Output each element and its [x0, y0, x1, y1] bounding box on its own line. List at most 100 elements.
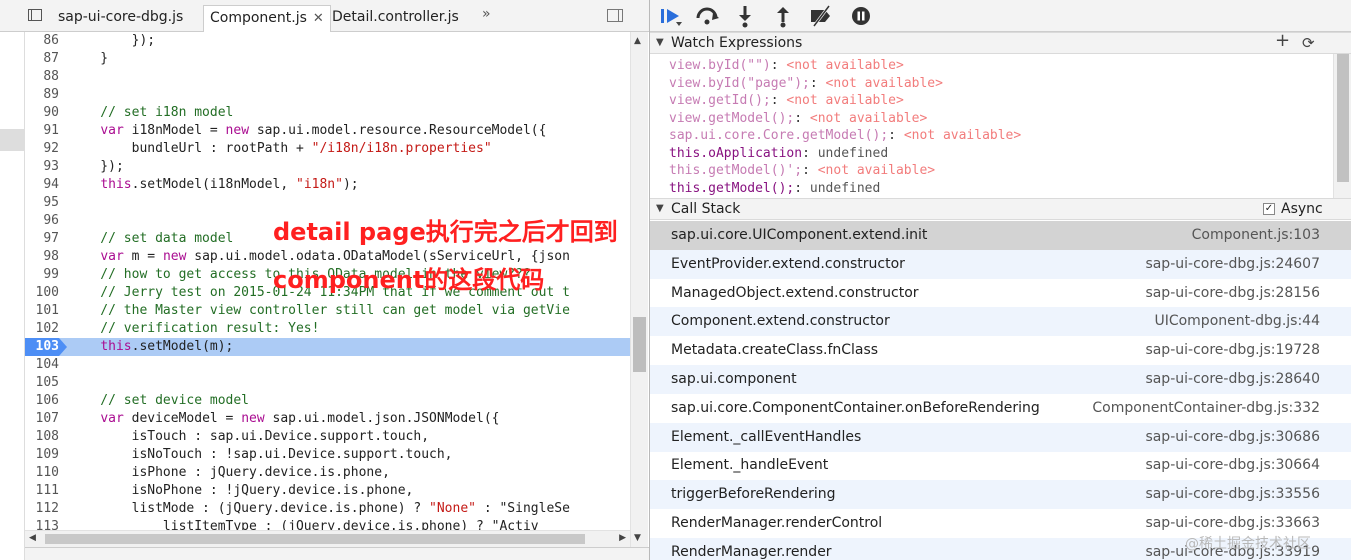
async-checkbox[interactable]: ✓: [1263, 203, 1275, 215]
code-line[interactable]: 106 // set device model: [25, 392, 630, 410]
line-number[interactable]: 109: [25, 446, 59, 464]
line-number[interactable]: 107: [25, 410, 59, 428]
line-number[interactable]: 86: [25, 32, 59, 50]
line-number[interactable]: 87: [25, 50, 59, 68]
line-number[interactable]: 100: [25, 284, 59, 302]
watch-expression-item[interactable]: this.getModel();: undefined: [669, 180, 880, 198]
frame-location-link[interactable]: sap-ui-core-dbg.js:24607: [1145, 250, 1320, 278]
call-frame[interactable]: triggerBeforeRendering sap-ui-core-dbg.js…: [650, 480, 1351, 510]
code-line[interactable]: 92 bundleUrl : rootPath + "/i18n/i18n.pr…: [25, 140, 630, 158]
code-editor[interactable]: 86 }); 87 } 88 89 90 // set i18n model 91 var…: [25, 32, 630, 547]
line-number[interactable]: 96: [25, 212, 59, 230]
tab-sap-ui-core-dbg[interactable]: sap-ui-core-dbg.js: [52, 5, 189, 32]
line-number[interactable]: 103: [25, 338, 67, 356]
code-line[interactable]: 93 });: [25, 158, 630, 176]
code-line[interactable]: 102 // verification result: Yes!: [25, 320, 630, 338]
code-line[interactable]: 91 var i18nModel = new sap.ui.model.reso…: [25, 122, 630, 140]
watch-expression-item[interactable]: this.oApplication: undefined: [669, 145, 888, 163]
resume-icon[interactable]: [658, 3, 684, 29]
code-line[interactable]: 107 var deviceModel = new sap.ui.model.j…: [25, 410, 630, 428]
scrollbar-thumb[interactable]: [1337, 54, 1349, 182]
scroll-up-icon[interactable]: ▲: [634, 36, 641, 46]
code-line[interactable]: 95: [25, 194, 630, 212]
line-number[interactable]: 99: [25, 266, 59, 284]
current-execution-line[interactable]: 103 this.setModel(m);: [25, 338, 630, 356]
line-number[interactable]: 92: [25, 140, 59, 158]
code-line[interactable]: 94 this.setModel(i18nModel, "i18n");: [25, 176, 630, 194]
call-stack-header[interactable]: ▼ Call Stack ✓ Async: [650, 198, 1351, 220]
frame-location-link[interactable]: UIComponent-dbg.js:44: [1154, 307, 1320, 335]
frame-location-link[interactable]: sap-ui-core-dbg.js:19728: [1145, 336, 1320, 364]
call-frame[interactable]: ManagedObject.extend.constructor sap-ui-c…: [650, 279, 1351, 308]
call-frame[interactable]: EventProvider.extend.constructor sap-ui-c…: [650, 249, 1351, 279]
call-frame[interactable]: Component.extend.constructor UIComponent-…: [650, 307, 1351, 337]
scrollbar-thumb[interactable]: [45, 534, 585, 544]
tab-detail-controller[interactable]: Detail.controller.js: [326, 5, 465, 32]
more-tabs-icon[interactable]: »: [482, 6, 491, 22]
line-number[interactable]: 112: [25, 500, 59, 518]
deactivate-breakpoints-icon[interactable]: [808, 3, 834, 29]
watch-expression-item[interactable]: view.byId("page");: <not available>: [669, 75, 943, 93]
code-line[interactable]: 86 });: [25, 32, 630, 50]
line-number[interactable]: 89: [25, 86, 59, 104]
toggle-debugger-sidebar-icon[interactable]: [607, 9, 623, 22]
code-line[interactable]: 89: [25, 86, 630, 104]
line-number[interactable]: 94: [25, 176, 59, 194]
line-number[interactable]: 106: [25, 392, 59, 410]
watch-expressions-header[interactable]: ▼ Watch Expressions + ⟳: [650, 31, 1351, 54]
watch-expression-item[interactable]: view.getId();: <not available>: [669, 92, 904, 110]
line-number[interactable]: 95: [25, 194, 59, 212]
pause-on-exceptions-icon[interactable]: [848, 3, 874, 29]
frame-location-link[interactable]: sap-ui-core-dbg.js:30664: [1145, 451, 1320, 479]
call-frame[interactable]: Element._callEventHandles sap-ui-core-dbg…: [650, 422, 1351, 452]
tab-component-js[interactable]: Component.js ✕: [203, 5, 331, 32]
line-number[interactable]: 97: [25, 230, 59, 248]
call-frame-selected[interactable]: sap.ui.core.UIComponent.extend.init Compo…: [650, 221, 1351, 250]
code-line[interactable]: 87 }: [25, 50, 630, 68]
close-icon[interactable]: ✕: [313, 11, 324, 26]
frame-location-link[interactable]: sap-ui-core-dbg.js:33556: [1145, 480, 1320, 508]
refresh-icon[interactable]: ⟳: [1302, 33, 1315, 53]
call-frame[interactable]: Element._handleEvent sap-ui-core-dbg.js:3…: [650, 451, 1351, 480]
code-line[interactable]: 105: [25, 374, 630, 392]
line-number[interactable]: 91: [25, 122, 59, 140]
frame-location-link[interactable]: sap-ui-core-dbg.js:28640: [1145, 365, 1320, 393]
line-number[interactable]: 108: [25, 428, 59, 446]
line-number[interactable]: 90: [25, 104, 59, 122]
frame-location-link[interactable]: sap-ui-core-dbg.js:28156: [1145, 279, 1320, 307]
watch-expression-item[interactable]: this.getModel()';: <not available>: [669, 162, 935, 180]
watch-scrollbar[interactable]: [1333, 54, 1351, 198]
editor-vertical-scrollbar[interactable]: ▲ ▼: [630, 32, 648, 547]
code-line[interactable]: 112 listMode : (jQuery.device.is.phone) …: [25, 500, 630, 518]
code-line[interactable]: 110 isPhone : jQuery.device.is.phone,: [25, 464, 630, 482]
scrollbar-thumb[interactable]: [633, 317, 646, 372]
code-line[interactable]: 111 isNoPhone : !jQuery.device.is.phone,: [25, 482, 630, 500]
line-number[interactable]: 93: [25, 158, 59, 176]
call-frame[interactable]: Metadata.createClass.fnClass sap-ui-core-…: [650, 336, 1351, 365]
line-number[interactable]: 110: [25, 464, 59, 482]
line-number[interactable]: 98: [25, 248, 59, 266]
step-over-icon[interactable]: [694, 3, 720, 29]
scroll-left-icon[interactable]: ◀: [29, 533, 36, 543]
line-number[interactable]: 111: [25, 482, 59, 500]
call-frame[interactable]: sap.ui.component sap-ui-core-dbg.js:28640: [650, 365, 1351, 394]
step-out-icon[interactable]: [770, 3, 796, 29]
watch-expression-item[interactable]: view.getModel();: <not available>: [669, 110, 927, 128]
frame-location-link[interactable]: ComponentContainer-dbg.js:332: [1092, 394, 1320, 422]
add-expression-icon[interactable]: +: [1275, 31, 1290, 51]
line-number[interactable]: 102: [25, 320, 59, 338]
call-frame[interactable]: sap.ui.core.ComponentContainer.onBeforeR…: [650, 394, 1351, 423]
code-line[interactable]: 90 // set i18n model: [25, 104, 630, 122]
scroll-right-icon[interactable]: ▶: [619, 533, 626, 543]
scroll-down-icon[interactable]: ▼: [634, 533, 641, 543]
code-line[interactable]: 108 isTouch : sap.ui.Device.support.touc…: [25, 428, 630, 446]
watch-expression-item[interactable]: sap.ui.core.Core.getModel();: <not avail…: [669, 127, 1021, 145]
line-number[interactable]: 105: [25, 374, 59, 392]
frame-location-link[interactable]: sap-ui-core-dbg.js:30686: [1145, 423, 1320, 451]
code-line[interactable]: 104: [25, 356, 630, 374]
editor-horizontal-scrollbar[interactable]: ◀ ▶: [25, 530, 630, 547]
code-line[interactable]: 101 // the Master view controller still …: [25, 302, 630, 320]
line-number[interactable]: 104: [25, 356, 59, 374]
toggle-navigator-icon[interactable]: [28, 9, 42, 21]
code-line[interactable]: 109 isNoTouch : !sap.ui.Device.support.t…: [25, 446, 630, 464]
